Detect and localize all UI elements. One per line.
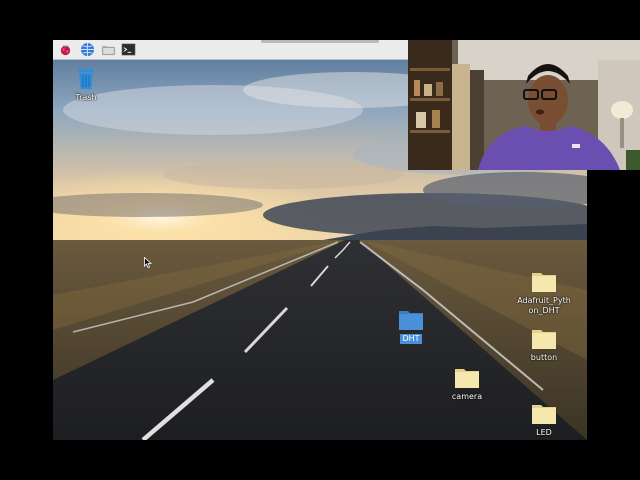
desktop-icon-label: LED xyxy=(536,428,552,437)
terminal-icon[interactable] xyxy=(120,41,137,58)
folder-icon xyxy=(532,405,556,424)
desktop-icon-label: DHT xyxy=(400,334,422,344)
desktop-icon-trash[interactable]: Trash xyxy=(53,67,124,103)
desktop-icon-adafruit-python-dht[interactable]: Adafruit_Python_DHT xyxy=(506,270,582,316)
mouse-pointer-icon xyxy=(144,257,152,268)
desktop-icon-label: Trash xyxy=(75,93,97,102)
trash-icon xyxy=(78,69,94,89)
desktop-icon-label: Adafruit_Python_DHT xyxy=(517,296,571,315)
webcam-overlay xyxy=(408,40,640,170)
folder-icon xyxy=(532,273,556,292)
desktop-icon-label: button xyxy=(530,353,558,362)
folder-icon xyxy=(399,311,423,330)
panel-taskbar-slot xyxy=(261,40,379,43)
web-browser-icon[interactable] xyxy=(79,41,96,58)
file-manager-icon[interactable] xyxy=(100,41,117,58)
desktop-icon-label: camera xyxy=(451,392,483,401)
desktop-icon-button[interactable]: button xyxy=(506,327,582,363)
desktop-icon-dht[interactable]: DHT xyxy=(373,308,449,344)
desktop-icon-camera[interactable]: camera xyxy=(429,366,505,402)
folder-icon xyxy=(455,369,479,388)
desktop-icon-led[interactable]: LED xyxy=(506,402,582,438)
raspberry-menu-icon[interactable] xyxy=(57,41,74,58)
folder-icon xyxy=(532,330,556,349)
